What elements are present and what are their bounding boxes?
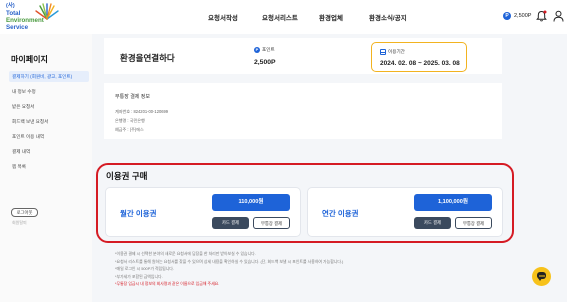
logo-text-environment: Environment (6, 17, 44, 24)
logout-button[interactable]: 로그아웃 (11, 208, 38, 217)
points-icon: P (503, 12, 511, 20)
notice-item: *부가세가 포함된 금액입니다. (115, 273, 163, 279)
sidebar-item-received-requests[interactable]: 받은 요청서 (9, 101, 89, 112)
sidebar-item-edit-profile[interactable]: 내 정보 수정 (9, 86, 89, 97)
calendar-icon (380, 49, 386, 55)
points-value: 2,500P (514, 13, 532, 19)
monthly-pass-name: 월간 이용권 (120, 209, 157, 218)
bank-account-title: 무통장 결제 정보 (115, 94, 150, 100)
yearly-bank-pay-button[interactable]: 무통장 결제 (455, 217, 492, 229)
nav-news[interactable]: 환경소식/공지 (369, 12, 407, 22)
point-icon: P (254, 47, 260, 53)
notice-item: *이용권 결제 시 선택한 분야의 새로운 요청서에 답장을 한 처리만 받아보… (115, 251, 256, 256)
notice-item-warning: *무통장 입금시 내 정보의 회사명과 같은 이름으로 입금해 주세요. (115, 281, 220, 286)
sidebar-item-wishlist[interactable]: 찜 목록 (9, 161, 89, 172)
nav-companies[interactable]: 환경업체 (319, 12, 343, 22)
logo[interactable]: (사) Total Environment Service (6, 2, 68, 32)
sidebar-item-point-history[interactable]: 포인트 이용 내역 (9, 131, 89, 142)
monthly-card-pay-button[interactable]: 카드 결제 (212, 217, 249, 229)
point-block: P 포인트 2,500P (254, 47, 276, 66)
notice-item: *요청서 리스트를 통해 원하는 요청서를 찾을 수 있으며 상세 내용을 확인… (115, 258, 344, 264)
top-header: (사) Total Environment Service 요청서작성 요청서리… (0, 0, 567, 34)
bank-account-number: 계좌번호 : 824201-00-120699 (115, 109, 169, 114)
account-holder: 예금주 : (주)에스 (115, 127, 144, 132)
logo-text-total: Total (6, 10, 21, 17)
summary-card: 환경을연결하다 P 포인트 2,500P 이용기간 2024. 02. 08 ~… (104, 38, 502, 74)
nav-request-write[interactable]: 요청서작성 (208, 12, 238, 22)
sidebar-item-feedback-sent[interactable]: 회드백 보낸 요청서 (9, 116, 89, 127)
chat-button[interactable] (532, 267, 551, 286)
sidebar-item-payment[interactable]: 결제하기 (회원비, 광고, 포인트) (9, 71, 89, 82)
notice-item: *매일 로그인 시 500P가 적립됩니다. (115, 266, 174, 271)
withdraw-link[interactable]: 회원탈퇴 (12, 220, 27, 226)
logo-text-prefix: (사) (6, 3, 15, 9)
point-label-row: P 포인트 (254, 47, 276, 53)
yearly-card-pay-button[interactable]: 카드 결제 (414, 217, 451, 229)
logo-text-service: Service (6, 24, 29, 31)
monthly-price-button[interactable]: 110,000원 (212, 194, 290, 211)
bell-icon[interactable] (536, 10, 547, 22)
pass-purchase-section: 이용권 구매 월간 이용권 110,000원 카드 결제 무통장 결제 연간 이… (96, 163, 514, 243)
user-icon[interactable] (553, 10, 564, 22)
sidebar: 마이페이지 결제하기 (회원비, 광고, 포인트) 내 정보 수정 받은 요청서… (0, 34, 92, 302)
period-label-row: 이용기간 (380, 49, 405, 55)
period-label: 이용기간 (388, 49, 405, 54)
point-value: 2,500P (254, 59, 276, 66)
company-name: 환경을연결하다 (120, 53, 175, 63)
sidebar-item-payment-history[interactable]: 결제 내역 (9, 146, 89, 157)
period-value: 2024. 02. 08 ~ 2025. 03. 08 (380, 60, 460, 67)
main-content: 환경을연결하다 P 포인트 2,500P 이용기간 2024. 02. 08 ~… (92, 34, 567, 302)
yearly-pass-name: 연간 이용권 (322, 209, 359, 218)
yearly-pass-card: 연간 이용권 1,100,000원 카드 결제 무통장 결제 (307, 187, 503, 237)
nav-request-list[interactable]: 요청서리스트 (262, 12, 298, 22)
sidebar-title: 마이페이지 (11, 55, 48, 64)
bank-account-card: 무통장 결제 정보 계좌번호 : 824201-00-120699 은행명 : … (104, 83, 502, 139)
bank-name: 은행명 : 국민은행 (115, 118, 145, 123)
pass-title: 이용권 구매 (106, 171, 148, 181)
monthly-bank-pay-button[interactable]: 무통장 결제 (253, 217, 290, 229)
chat-bubble-icon (537, 272, 546, 281)
point-label: 포인트 (262, 47, 275, 52)
period-box: 이용기간 2024. 02. 08 ~ 2025. 03. 08 (371, 42, 467, 72)
notice-list: *이용권 결제 시 선택한 분야의 새로운 요청서에 답장을 한 처리만 받아보… (115, 250, 505, 288)
monthly-pass-card: 월간 이용권 110,000원 카드 결제 무통장 결제 (105, 187, 301, 237)
yearly-price-button[interactable]: 1,100,000원 (414, 194, 492, 211)
points-badge[interactable]: P 2,500P (503, 10, 531, 22)
